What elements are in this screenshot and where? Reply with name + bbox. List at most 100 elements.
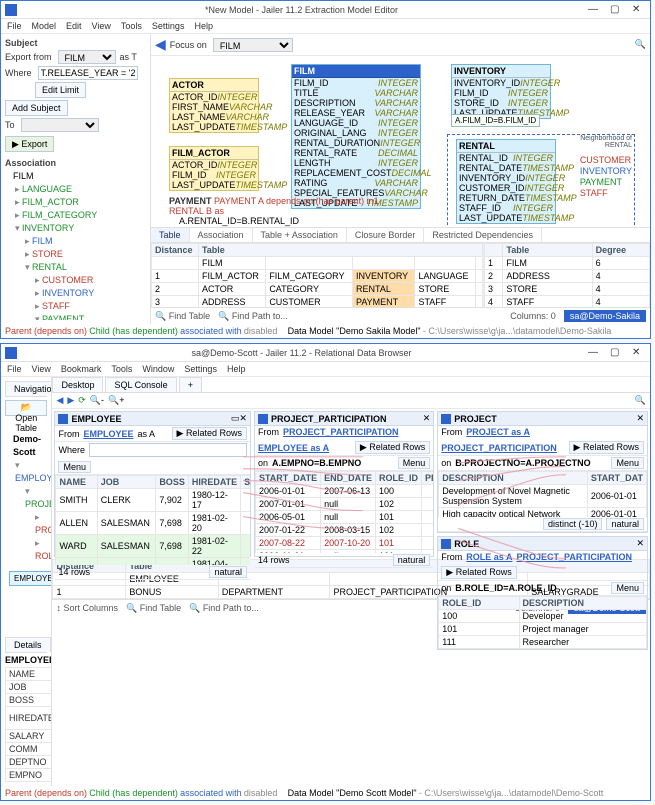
- tree-node[interactable]: FILM: [5, 235, 146, 248]
- find-table-link[interactable]: 🔍 Find Table: [126, 603, 181, 614]
- focus-label: Focus on: [170, 40, 207, 50]
- entity-film-actor[interactable]: FILM_ACTOR ACTOR_IDINTEGERFILM_IDINTEGER…: [169, 146, 259, 191]
- tab-desktop[interactable]: Desktop: [52, 377, 103, 392]
- add-subject-button[interactable]: Add Subject: [5, 100, 68, 116]
- tab-association[interactable]: Association: [190, 228, 253, 242]
- minimize-button[interactable]: —: [582, 3, 602, 17]
- find-table-link[interactable]: 🔍 Find Table: [155, 311, 210, 322]
- search-icon[interactable]: 🔍: [635, 395, 646, 406]
- menu-settings[interactable]: Settings: [152, 21, 185, 31]
- neighborhood-label: Neighborhood of RENTAL: [562, 135, 632, 149]
- rental-neighborhood-box: RENTAL RENTAL_IDINTEGERRENTAL_DATETIMEST…: [447, 134, 635, 227]
- legend: Parent (depends on) Child (has dependent…: [1, 786, 650, 800]
- zoom-out-icon[interactable]: 🔍-: [90, 395, 104, 406]
- tab-restricted[interactable]: Restricted Dependencies: [424, 228, 542, 242]
- where-input[interactable]: [38, 66, 138, 80]
- tree-node[interactable]: EMPLOYEE: [5, 459, 47, 485]
- tree-node[interactable]: PAYMENT: [5, 313, 146, 320]
- subject-pane: Subject Export from FILM as T Where Edit…: [1, 34, 151, 324]
- detail-kv-table: NAMECLARKJOBMANAGERBOSS7,839HIREDATE1981…: [5, 667, 52, 782]
- tree-node[interactable]: STORE: [5, 248, 146, 261]
- close-button[interactable]: ✕: [626, 346, 646, 360]
- menu-model[interactable]: Model: [32, 21, 57, 31]
- tree-node[interactable]: RENTAL: [5, 261, 146, 274]
- tab-sql-console[interactable]: SQL Console: [105, 377, 176, 392]
- find-path-link[interactable]: 🔍 Find Path to...: [218, 311, 288, 322]
- menu-window[interactable]: Window: [142, 364, 174, 374]
- data-browser-window: sa@Demo-Scott - Jailer 11.2 - Relational…: [0, 343, 651, 801]
- tree-node[interactable]: FILM_ACTOR: [5, 196, 146, 209]
- app-icon: [5, 347, 17, 359]
- tab-closure[interactable]: Closure Border: [347, 228, 425, 242]
- back-arrow-icon[interactable]: ◀: [155, 36, 166, 53]
- tab-details[interactable]: Details: [5, 637, 51, 652]
- tab-table-assoc[interactable]: Table + Association: [253, 228, 347, 242]
- menu-help[interactable]: Help: [194, 21, 213, 31]
- menu-view[interactable]: View: [92, 21, 111, 31]
- tree-node[interactable]: ROLE: [5, 537, 47, 563]
- maximize-button[interactable]: ▢: [604, 3, 624, 17]
- app-icon: [5, 4, 17, 16]
- tab-navigation[interactable]: Navigation: [5, 381, 52, 396]
- mini-entity-employee[interactable]: EMPLOYEE: [9, 571, 52, 586]
- nav-fwd-icon[interactable]: ▶: [67, 395, 74, 406]
- entity-actor[interactable]: ACTOR ACTOR_IDINTEGERFIRST_NAMEVARCHARLA…: [169, 78, 259, 133]
- edit-limit-button[interactable]: Edit Limit: [35, 82, 86, 98]
- menu-view[interactable]: View: [32, 364, 51, 374]
- open-table-button[interactable]: 📂 Open Table: [5, 400, 47, 416]
- refresh-icon[interactable]: ⟳: [78, 395, 86, 406]
- detail-title: EMPLOYEE: [5, 653, 47, 667]
- menu-file[interactable]: File: [7, 364, 22, 374]
- tree-node[interactable]: STAFF: [5, 300, 146, 313]
- menu-edit[interactable]: Edit: [66, 21, 82, 31]
- menubar: File Model Edit View Tools Settings Help: [1, 19, 650, 34]
- tree-node[interactable]: INVENTORY: [5, 287, 146, 300]
- tree-root[interactable]: Demo-Scott: [5, 433, 47, 459]
- tree-node[interactable]: CUSTOMER: [5, 274, 146, 287]
- entity-rental[interactable]: RENTAL RENTAL_IDINTEGERRENTAL_DATETIMEST…: [456, 139, 556, 224]
- as-label: as T: [120, 52, 137, 62]
- legend: Parent (depends on) Child (has dependent…: [1, 324, 650, 338]
- tab-add[interactable]: +: [179, 377, 202, 392]
- to-label: To: [5, 120, 15, 130]
- desktop-toolbar: ◀ ▶ ⟳ 🔍- 🔍+ 🔍: [52, 393, 650, 409]
- entity-inventory[interactable]: INVENTORY INVENTORY_IDINTEGERFILM_IDINTE…: [451, 64, 551, 119]
- find-path-link[interactable]: 🔍 Find Path to...: [189, 603, 259, 614]
- association-heading: Association: [5, 158, 146, 168]
- tree-node[interactable]: PROJECT_PARTICIPATION: [5, 485, 47, 511]
- menu-bookmark[interactable]: Bookmark: [61, 364, 102, 374]
- search-icon[interactable]: 🔍: [635, 39, 646, 50]
- db-badge: sa@Demo-Sakila: [564, 310, 646, 322]
- tree-node[interactable]: PROJECT: [5, 511, 47, 537]
- tree-node[interactable]: FILM_CATEGORY: [5, 209, 146, 222]
- nav-back-icon[interactable]: ◀: [56, 395, 63, 406]
- er-diagram-canvas[interactable]: ACTOR ACTOR_IDINTEGERFIRST_NAMEVARCHARLA…: [151, 56, 650, 227]
- nav-tree: Demo-Scott EMPLOYEEPROJECT_PARTICIPATION…: [5, 433, 47, 563]
- menu-tools[interactable]: Tools: [111, 364, 132, 374]
- minimize-button[interactable]: —: [582, 346, 602, 360]
- menu-help[interactable]: Help: [227, 364, 246, 374]
- focus-select[interactable]: FILM: [213, 38, 293, 52]
- role-grid[interactable]: ROLE_IDDESCRIPTION100Developer101Project…: [438, 596, 647, 649]
- export-button[interactable]: ▶ Export: [5, 136, 54, 152]
- maximize-button[interactable]: ▢: [604, 346, 624, 360]
- to-select[interactable]: [21, 118, 99, 132]
- neighborhood-list: CUSTOMER INVENTORY PAYMENT STAFF: [580, 155, 632, 199]
- export-from-label: Export from: [5, 52, 52, 62]
- export-from-select[interactable]: FILM: [58, 50, 116, 64]
- tree-root[interactable]: FILM: [5, 170, 146, 183]
- close-button[interactable]: ✕: [626, 3, 646, 17]
- menu-tools[interactable]: Tools: [121, 21, 142, 31]
- tree-node[interactable]: INVENTORY: [5, 222, 146, 235]
- model-name: Data Model "Demo Sakila Model": [288, 326, 421, 336]
- entity-film[interactable]: FILM FILM_IDINTEGERTITLEVARCHARDESCRIPTI…: [291, 64, 421, 209]
- mini-er-canvas[interactable]: EMPLOYEE PROJECT_PARTICIPATION PROJECT R…: [5, 563, 47, 633]
- degree-table: TableDegree 1FILM62ADDRESS43STORE44STAFF…: [484, 243, 650, 307]
- menubar: File View Bookmark Tools Window Settings…: [1, 362, 650, 377]
- menu-file[interactable]: File: [7, 21, 22, 31]
- tree-node[interactable]: LANGUAGE: [5, 183, 146, 196]
- menu-settings[interactable]: Settings: [184, 364, 217, 374]
- tab-table[interactable]: Table: [151, 228, 190, 242]
- zoom-in-icon[interactable]: 🔍+: [108, 395, 124, 406]
- sort-columns-link[interactable]: ↕ Sort Columns: [56, 603, 118, 613]
